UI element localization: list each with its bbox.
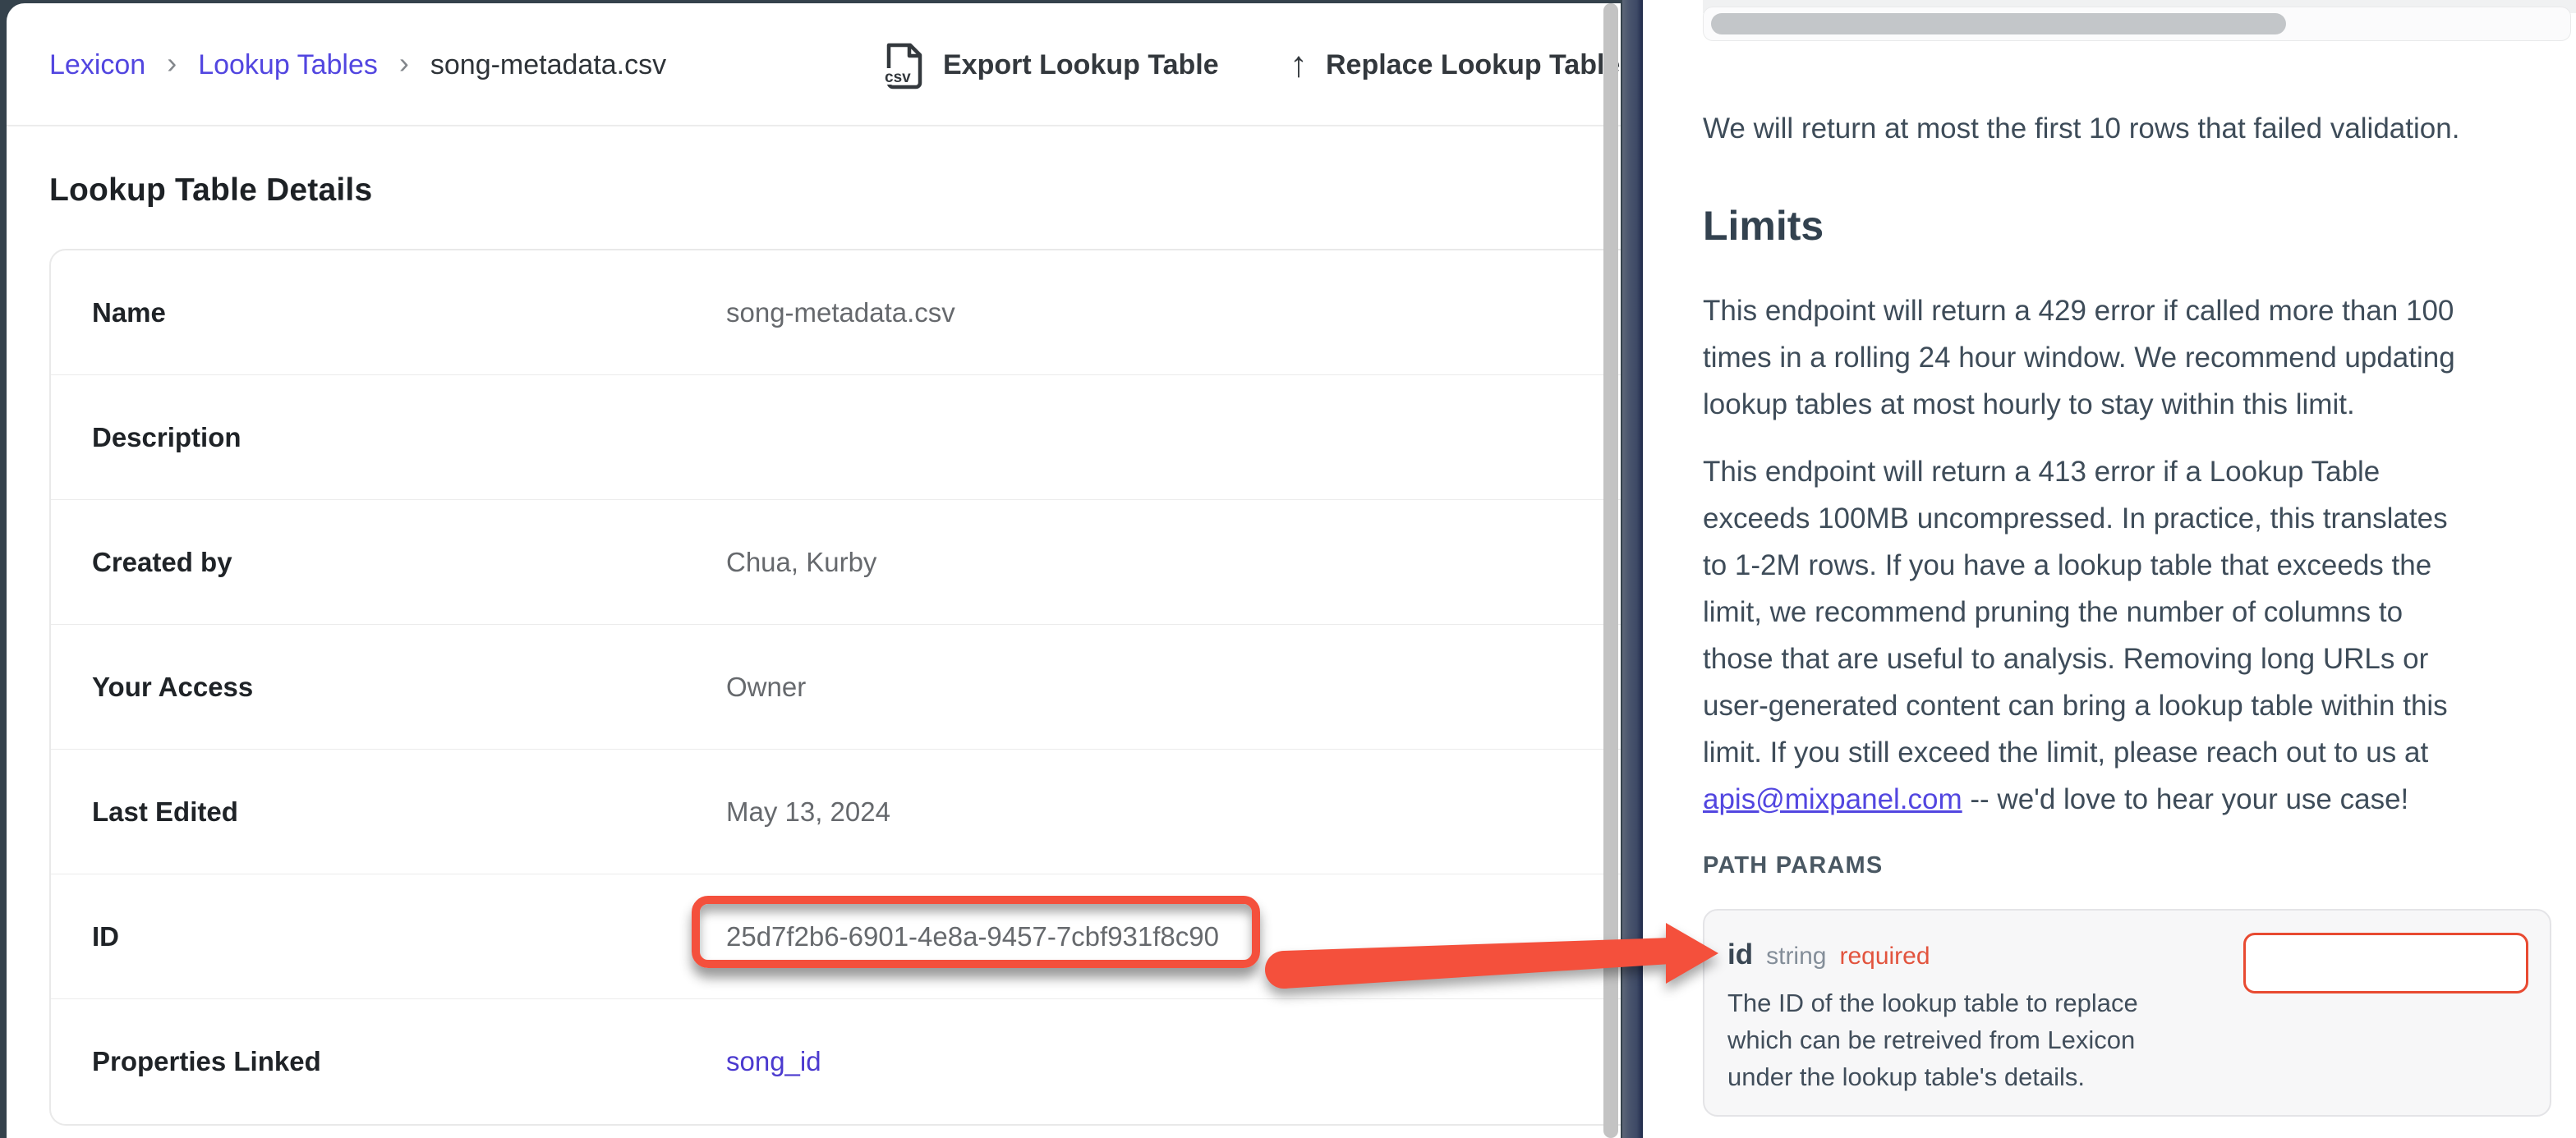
table-row-created-by: Created by Chua, Kurby	[51, 500, 1621, 625]
id-param-card: id string required The ID of the lookup …	[1703, 909, 2551, 1117]
horizontal-scrollbar-thumb[interactable]	[1711, 13, 2286, 34]
row-value: song-metadata.csv	[726, 250, 955, 374]
row-label: Name	[92, 250, 166, 374]
limits-heading: Limits	[1703, 202, 1824, 250]
export-button-label: Export Lookup Table	[943, 49, 1219, 81]
size-limit-text-tail: -- we'd love to hear your use case!	[1962, 783, 2409, 815]
size-limit-paragraph: This endpoint will return a 413 error if…	[1703, 448, 2448, 823]
row-value: May 13, 2024	[726, 750, 890, 874]
table-row-last-edited: Last Edited May 13, 2024	[51, 750, 1621, 874]
row-label: Properties Linked	[92, 999, 321, 1124]
validation-note-paragraph: We will return at most the first 10 rows…	[1703, 105, 2459, 152]
table-row-your-access: Your Access Owner	[51, 625, 1621, 750]
csv-file-icon: csv	[882, 40, 925, 89]
param-type: string	[1766, 943, 1826, 971]
lookup-table-details-card: Name song-metadata.csv Description Creat…	[49, 249, 1621, 1126]
row-value: Chua, Kurby	[726, 500, 876, 624]
rate-limit-paragraph: This endpoint will return a 429 error if…	[1703, 287, 2455, 428]
row-label: Description	[92, 375, 242, 499]
window-divider	[1622, 0, 1643, 1138]
table-row-properties-linked: Properties Linked song_id	[51, 999, 1621, 1124]
api-docs-window: We will return at most the first 10 rows…	[1643, 0, 2576, 1138]
replace-button-label: Replace Lookup Table	[1326, 49, 1620, 81]
chevron-right-icon: ›	[399, 46, 409, 84]
row-value: Owner	[726, 625, 806, 749]
lookup-table-id-value: 25d7f2b6-6901-4e8a-9457-7cbf931f8c90	[726, 874, 1219, 998]
vertical-scrollbar[interactable]	[1603, 3, 1618, 1138]
replace-lookup-table-button[interactable]: ↑ Replace Lookup Table	[1290, 3, 1620, 126]
lexicon-header: Lexicon › Lookup Tables › song-metadata.…	[7, 3, 1621, 126]
svg-text:csv: csv	[885, 69, 911, 86]
horizontal-scrollbar-track[interactable]	[1703, 7, 2571, 41]
mixpanel-email-link[interactable]: apis@mixpanel.com	[1703, 783, 1962, 815]
breadcrumb-lookup-tables[interactable]: Lookup Tables	[198, 49, 378, 81]
song-id-property-link[interactable]: song_id	[726, 999, 821, 1124]
size-limit-text: This endpoint will return a 413 error if…	[1703, 456, 2448, 769]
id-param-input[interactable]	[2243, 933, 2528, 993]
table-row-id: ID 25d7f2b6-6901-4e8a-9457-7cbf931f8c90	[51, 874, 1621, 999]
table-row-name: Name song-metadata.csv	[51, 250, 1621, 375]
param-description: The ID of the lookup table to replace wh…	[1727, 984, 2550, 1095]
row-label: Your Access	[92, 625, 253, 749]
export-lookup-table-button[interactable]: csv Export Lookup Table	[882, 3, 1219, 126]
param-required-badge: required	[1839, 943, 1930, 971]
breadcrumb-current-file: song-metadata.csv	[430, 49, 666, 81]
row-label: Created by	[92, 500, 232, 624]
path-params-label: PATH PARAMS	[1703, 852, 1883, 879]
page-title: Lookup Table Details	[49, 172, 372, 209]
breadcrumb-lexicon[interactable]: Lexicon	[49, 49, 145, 81]
lexicon-window: Lexicon › Lookup Tables › song-metadata.…	[7, 3, 1621, 1138]
table-row-description: Description	[51, 375, 1621, 500]
breadcrumb: Lexicon › Lookup Tables › song-metadata.…	[49, 3, 666, 126]
row-label: ID	[92, 874, 119, 998]
row-label: Last Edited	[92, 750, 238, 874]
param-name: id	[1727, 938, 1753, 971]
upload-arrow-icon: ↑	[1290, 47, 1308, 83]
chevron-right-icon: ›	[167, 46, 177, 84]
